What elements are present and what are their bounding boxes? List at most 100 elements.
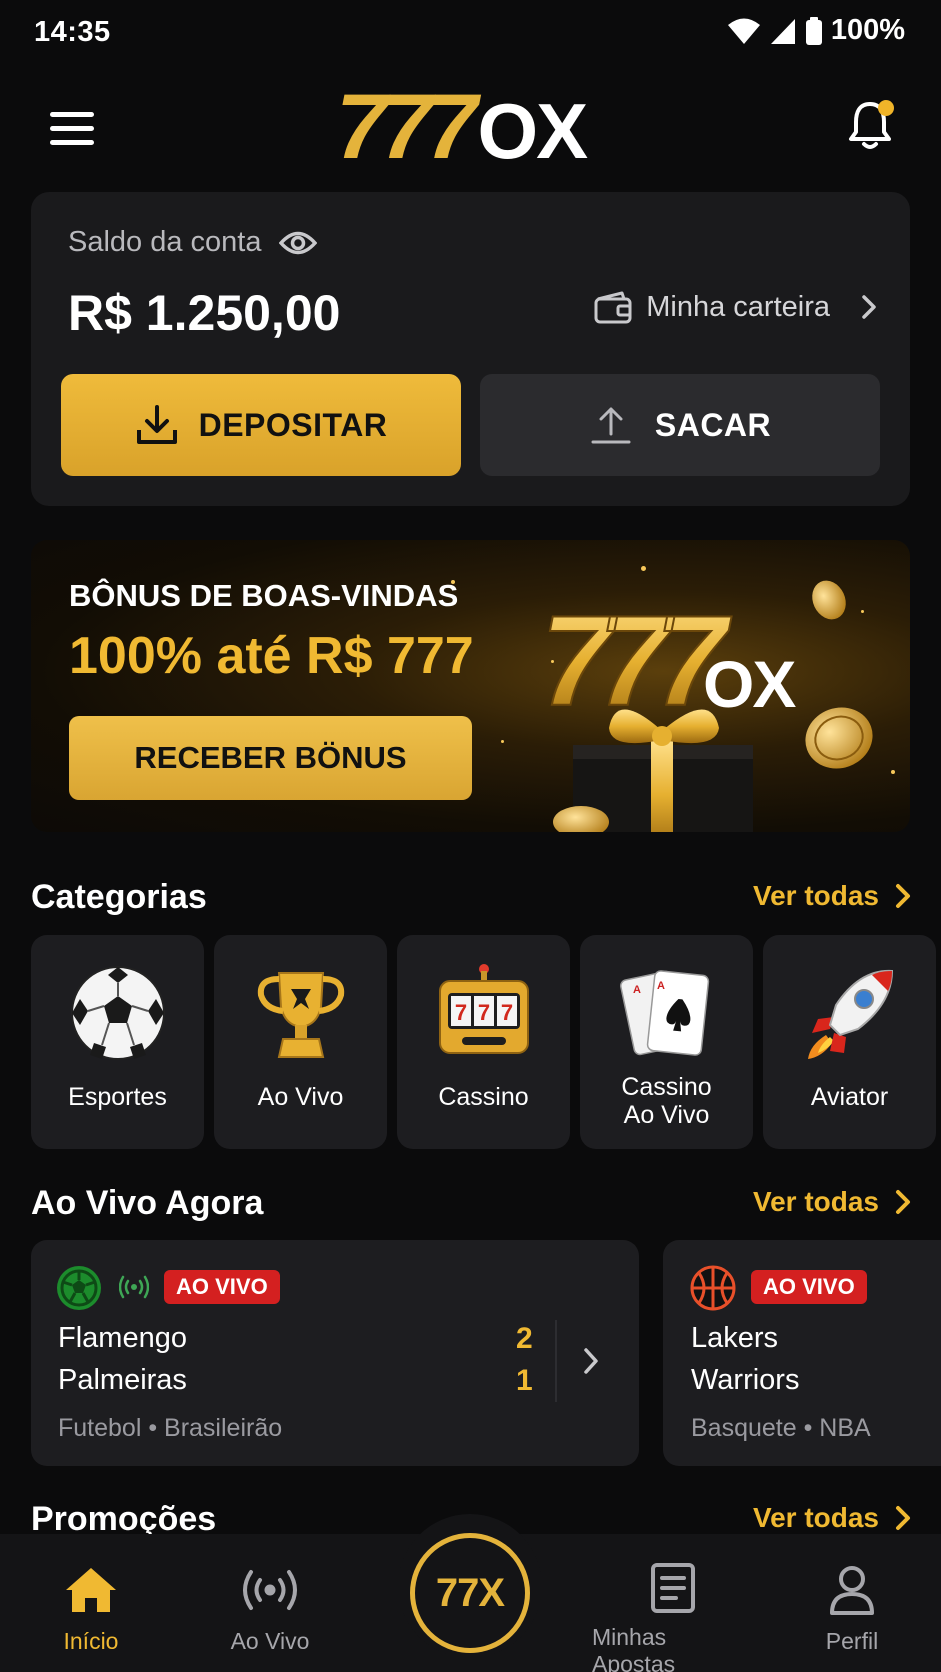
balance-label-row: Saldo da conta <box>68 226 318 259</box>
banner-highlight: 100% até R$ 777 <box>69 627 474 685</box>
menu-icon-line <box>50 126 94 131</box>
category-ao-vivo[interactable]: Ao Vivo <box>214 935 387 1149</box>
balance-amount: R$ 1.250,00 <box>68 285 341 341</box>
rocket-icon <box>808 969 894 1059</box>
chevron-right-icon <box>896 884 910 908</box>
score-divider <box>555 1320 557 1402</box>
upload-icon <box>591 407 631 444</box>
home-score: 2 <box>516 1322 533 1355</box>
live-badge: AO VIVO <box>751 1270 867 1304</box>
home-team: Lakers <box>691 1322 779 1354</box>
status-bar: 14:35 100% <box>0 0 941 66</box>
promotions-see-all[interactable]: Ver todas <box>753 1502 913 1534</box>
deposit-button[interactable]: DEPOSITAR <box>61 374 461 476</box>
nav-label: Ao Vivo <box>230 1628 310 1654</box>
wallet-link[interactable]: Minha carteira <box>594 290 880 324</box>
chevron-right-icon <box>862 295 876 319</box>
nav-perfil[interactable]: Perfil <box>808 1534 896 1672</box>
live-see-all[interactable]: Ver todas <box>753 1186 913 1218</box>
match-league: Futebol • Brasileirão <box>58 1414 283 1442</box>
category-label: Aviator <box>810 1083 889 1111</box>
battery-percentage: 100% <box>830 14 905 46</box>
eye-icon[interactable] <box>279 230 318 256</box>
nav-ao-vivo[interactable]: Ao Vivo <box>210 1534 330 1672</box>
logo-777-text: 777 <box>336 76 477 178</box>
nav-label: Minhas Apostas <box>592 1624 676 1672</box>
svg-text:A: A <box>657 980 665 992</box>
live-match-card[interactable]: AO VIVO Lakers Warriors Basquete • NBA <box>663 1240 941 1466</box>
category-aviator[interactable]: Aviator <box>763 935 936 1149</box>
soccer-icon <box>57 1266 101 1310</box>
claim-bonus-button-label: RECEBER BÖNUS <box>134 740 407 775</box>
app-screen: 14:35 100% 777 OX Saldo da conta R$ 1.25… <box>0 0 941 1672</box>
menu-button[interactable] <box>48 108 96 148</box>
playing-cards-icon: A A <box>620 970 710 1056</box>
welcome-bonus-banner[interactable]: BÔNUS DE BOAS-VINDAS 100% até R$ 777 REC… <box>31 540 910 832</box>
category-esportes[interactable]: Esportes <box>31 935 204 1149</box>
menu-icon-line <box>50 140 94 145</box>
wallet-icon <box>594 291 632 324</box>
live-signal-icon <box>119 1275 149 1299</box>
notifications-button[interactable] <box>846 98 898 154</box>
categories-row: Esportes Ao Vivo 7 7 7 Cassino A A Cassi… <box>31 935 941 1149</box>
see-all-label: Ver todas <box>752 880 879 911</box>
deposit-button-label: DEPOSITAR <box>198 406 388 443</box>
live-match-card[interactable]: AO VIVO Flamengo Palmeiras 2 1 Futebol •… <box>31 1240 639 1466</box>
download-icon <box>136 405 177 444</box>
trophy-icon <box>257 972 345 1058</box>
sparkle <box>501 740 504 743</box>
basketball-icon <box>690 1265 736 1311</box>
cell-signal-icon <box>770 18 795 44</box>
balance-card: Saldo da conta R$ 1.250,00 Minha carteir… <box>31 192 910 506</box>
see-all-label: Ver todas <box>752 1186 879 1217</box>
gift-777-illustration: 777 OX <box>540 580 873 832</box>
svg-text:7: 7 <box>478 1000 490 1025</box>
category-label: Cassino <box>621 1073 712 1101</box>
claim-bonus-button[interactable]: RECEBER BÖNUS <box>69 716 472 800</box>
soccer-ball-icon <box>71 966 165 1060</box>
categories-see-all[interactable]: Ver todas <box>753 880 913 912</box>
battery-icon <box>805 16 822 45</box>
category-label: Esportes <box>68 1083 167 1111</box>
broadcast-icon <box>240 1562 300 1618</box>
category-cassino[interactable]: 7 7 7 Cassino <box>397 935 570 1149</box>
nav-label: Perfil <box>825 1628 879 1654</box>
profile-icon <box>822 1562 882 1618</box>
chevron-right-icon <box>896 1506 910 1530</box>
nav-center-label: 77X <box>435 1570 505 1615</box>
live-now-title: Ao Vivo Agora <box>31 1184 264 1222</box>
app-header: 777 OX <box>0 78 941 178</box>
logo-ox-text: OX <box>477 87 589 175</box>
status-time: 14:35 <box>34 16 111 48</box>
category-cassino-ao-vivo[interactable]: A A Cassino Ao Vivo <box>580 935 753 1149</box>
nav-minhas-apostas[interactable]: Minhas Apostas <box>592 1534 754 1672</box>
status-icons: 100% <box>727 14 905 47</box>
svg-text:A: A <box>633 984 641 996</box>
category-label-second-line: Ao Vivo <box>623 1101 710 1129</box>
away-score: 1 <box>516 1364 533 1397</box>
brand-logo[interactable]: 777 OX <box>336 76 588 178</box>
away-team: Warriors <box>691 1364 800 1396</box>
banner-title: BÔNUS DE BOAS-VINDAS <box>69 578 459 613</box>
category-label: Cassino <box>438 1083 529 1111</box>
wifi-icon <box>727 18 760 44</box>
nav-inicio[interactable]: Início <box>46 1534 136 1672</box>
live-badge: AO VIVO <box>164 1270 280 1304</box>
match-league: Basquete • NBA <box>691 1414 871 1442</box>
wallet-link-label: Minha carteira <box>646 290 830 323</box>
withdraw-button[interactable]: SACAR <box>480 374 880 476</box>
balance-label: Saldo da conta <box>68 226 262 258</box>
chevron-right-icon <box>896 1190 910 1214</box>
chevron-right-icon <box>584 1348 598 1374</box>
nav-label: Início <box>63 1628 119 1654</box>
svg-text:7: 7 <box>455 1000 467 1025</box>
category-label: Ao Vivo <box>257 1083 344 1111</box>
home-icon <box>61 1562 121 1618</box>
bets-list-icon <box>643 1562 703 1614</box>
withdraw-button-label: SACAR <box>654 406 772 443</box>
slot-machine-icon: 7 7 7 <box>439 964 529 1054</box>
banner-ox-art: OX <box>703 647 796 721</box>
nav-center-77x-button[interactable]: 77X <box>410 1533 530 1653</box>
away-team: Palmeiras <box>58 1364 187 1396</box>
menu-icon-line <box>50 112 94 117</box>
